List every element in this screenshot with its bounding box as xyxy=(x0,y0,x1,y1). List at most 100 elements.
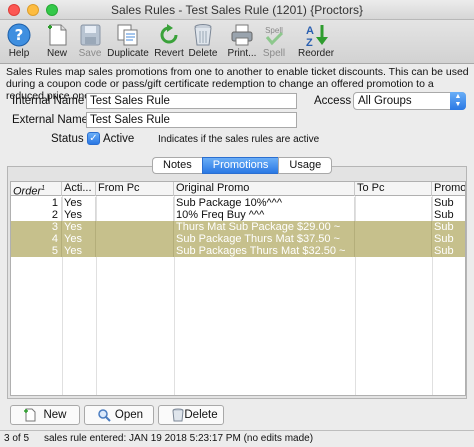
status-info: sales rule entered: JAN 19 2018 5:23:17 … xyxy=(44,433,314,444)
cell-original-promo: Sub Package Thurs Mat $37.50 ~ xyxy=(174,233,355,245)
cell-promotion: Sub xyxy=(432,209,465,221)
access-select-value: All Groups xyxy=(358,95,412,107)
status-label: Status xyxy=(51,133,84,145)
cell-from-pc xyxy=(96,221,174,233)
help-button[interactable]: ? Help xyxy=(4,21,34,63)
column-header-original-promo[interactable]: Original Promo xyxy=(174,182,355,196)
duplicate-label: Duplicate xyxy=(107,48,149,59)
help-label: Help xyxy=(8,48,30,59)
new-toolbar-button[interactable]: New xyxy=(44,21,70,63)
floppy-disk-icon xyxy=(80,24,101,46)
active-checkbox[interactable]: ✓ xyxy=(87,132,100,145)
delete-button[interactable]: Delete xyxy=(158,405,224,425)
revert-button[interactable]: Revert xyxy=(153,21,185,63)
column-header-from-pc[interactable]: From Pc xyxy=(96,182,174,196)
external-name-label: External Name xyxy=(12,114,89,126)
bottom-button-bar: New Open Delete xyxy=(0,403,474,427)
trash-can-icon xyxy=(194,24,212,46)
record-position: 3 of 5 xyxy=(4,433,30,444)
trash-can-icon xyxy=(172,408,184,422)
cell-promotion: Sub xyxy=(432,245,465,257)
tab-bar: Notes Promotions Usage xyxy=(152,157,333,174)
cell-from-pc xyxy=(96,233,174,245)
column-header-order[interactable]: Order1 xyxy=(11,182,62,196)
tab-usage[interactable]: Usage xyxy=(278,157,333,174)
table-row[interactable]: 5 Yes Sub Packages Thurs Mat $32.50 ~ Sub xyxy=(11,245,465,257)
spell-button[interactable]: Spell Spell xyxy=(260,21,288,63)
cell-order: 4 xyxy=(11,233,62,245)
new-toolbar-label: New xyxy=(46,48,67,59)
delete-toolbar-button[interactable]: Delete xyxy=(188,21,218,63)
new-document-icon xyxy=(24,408,36,422)
column-header-order-label: Order xyxy=(13,185,42,196)
svg-text:?: ? xyxy=(15,26,24,44)
reorder-label: Reorder xyxy=(298,48,335,59)
cell-to-pc xyxy=(355,221,432,233)
print-label: Print... xyxy=(227,48,257,59)
save-button[interactable]: Save xyxy=(77,21,103,63)
new-document-icon xyxy=(48,24,67,46)
cell-order: 2 xyxy=(11,209,62,221)
access-label: Access xyxy=(314,95,352,107)
table-header: Order1 Acti... From Pc Original Promo To… xyxy=(11,182,465,196)
cell-promotion: Sub xyxy=(432,197,465,209)
cell-to-pc xyxy=(355,209,432,221)
cell-promotion: Sub xyxy=(432,221,465,233)
cell-to-pc xyxy=(355,233,432,245)
cell-active: Yes xyxy=(62,209,96,221)
cell-active: Yes xyxy=(62,245,96,257)
new-button[interactable]: New xyxy=(10,405,80,425)
status-hint: Indicates if the sales rules are active xyxy=(158,134,320,145)
external-name-field[interactable]: Test Sales Rule xyxy=(86,112,297,128)
access-select[interactable]: All Groups ▲ ▼ xyxy=(353,92,466,110)
internal-name-label: Internal Name xyxy=(12,95,85,107)
reorder-icon-letter-z: Z xyxy=(306,37,313,47)
internal-name-field[interactable]: Test Sales Rule xyxy=(86,93,297,109)
spell-check-icon: Spell xyxy=(265,26,283,46)
open-button[interactable]: Open xyxy=(84,405,154,425)
table-row[interactable]: 4 Yes Sub Package Thurs Mat $37.50 ~ Sub xyxy=(11,233,465,245)
cell-original-promo: Sub Packages Thurs Mat $32.50 ~ xyxy=(174,245,355,257)
cell-order: 3 xyxy=(11,221,62,233)
cell-order: 5 xyxy=(11,245,62,257)
column-header-active[interactable]: Acti... xyxy=(62,182,96,196)
cell-from-pc xyxy=(96,209,174,221)
magnifier-icon xyxy=(98,409,111,422)
cell-order: 1 xyxy=(11,197,62,209)
column-header-to-pc[interactable]: To Pc xyxy=(355,182,432,196)
cell-original-promo: Thurs Mat Sub Package $29.00 ~ xyxy=(174,221,355,233)
table-row[interactable]: 2 Yes 10% Freq Buy ^^^ Sub xyxy=(11,209,465,221)
print-button[interactable]: Print... xyxy=(226,21,258,63)
reorder-button[interactable]: A Z Reorder xyxy=(298,21,334,63)
duplicate-button[interactable]: Duplicate xyxy=(107,21,149,63)
tab-promotions[interactable]: Promotions xyxy=(201,157,279,174)
cell-original-promo: Sub Package 10%^^^ xyxy=(174,197,355,209)
reorder-icon-letter-a: A xyxy=(306,25,314,37)
save-label: Save xyxy=(78,48,102,59)
cell-active: Yes xyxy=(62,221,96,233)
sales-rules-window: Sales Rules - Test Sales Rule (1201) {Pr… xyxy=(0,0,474,447)
revert-label: Revert xyxy=(154,48,184,59)
cell-active: Yes xyxy=(62,233,96,245)
tab-notes[interactable]: Notes xyxy=(152,157,202,174)
column-header-promotion[interactable]: Promot xyxy=(432,182,465,196)
table-row[interactable]: 3 Yes Thurs Mat Sub Package $29.00 ~ Sub xyxy=(11,221,465,233)
spell-label: Spell xyxy=(262,48,286,59)
cell-from-pc xyxy=(96,245,174,257)
toolbar: ? Help New Save Duplicate Revert Delete … xyxy=(0,20,474,64)
table-row[interactable]: 1 Yes Sub Package 10%^^^ Sub xyxy=(11,197,465,209)
promotions-table: Order1 Acti... From Pc Original Promo To… xyxy=(10,181,466,396)
cell-promotion: Sub xyxy=(432,233,465,245)
checkmark-icon: ✓ xyxy=(89,133,98,144)
duplicate-icon xyxy=(117,24,138,46)
cell-active: Yes xyxy=(62,197,96,209)
revert-icon xyxy=(160,24,178,44)
status-bar: 3 of 5 sales rule entered: JAN 19 2018 5… xyxy=(0,430,474,447)
title-bar: Sales Rules - Test Sales Rule (1201) {Pr… xyxy=(0,0,474,20)
cell-to-pc xyxy=(355,197,432,209)
delete-toolbar-label: Delete xyxy=(188,48,218,59)
cell-to-pc xyxy=(355,245,432,257)
order-sort-superscript: 1 xyxy=(41,185,46,192)
help-icon: ? xyxy=(7,23,31,47)
printer-icon xyxy=(231,24,253,46)
